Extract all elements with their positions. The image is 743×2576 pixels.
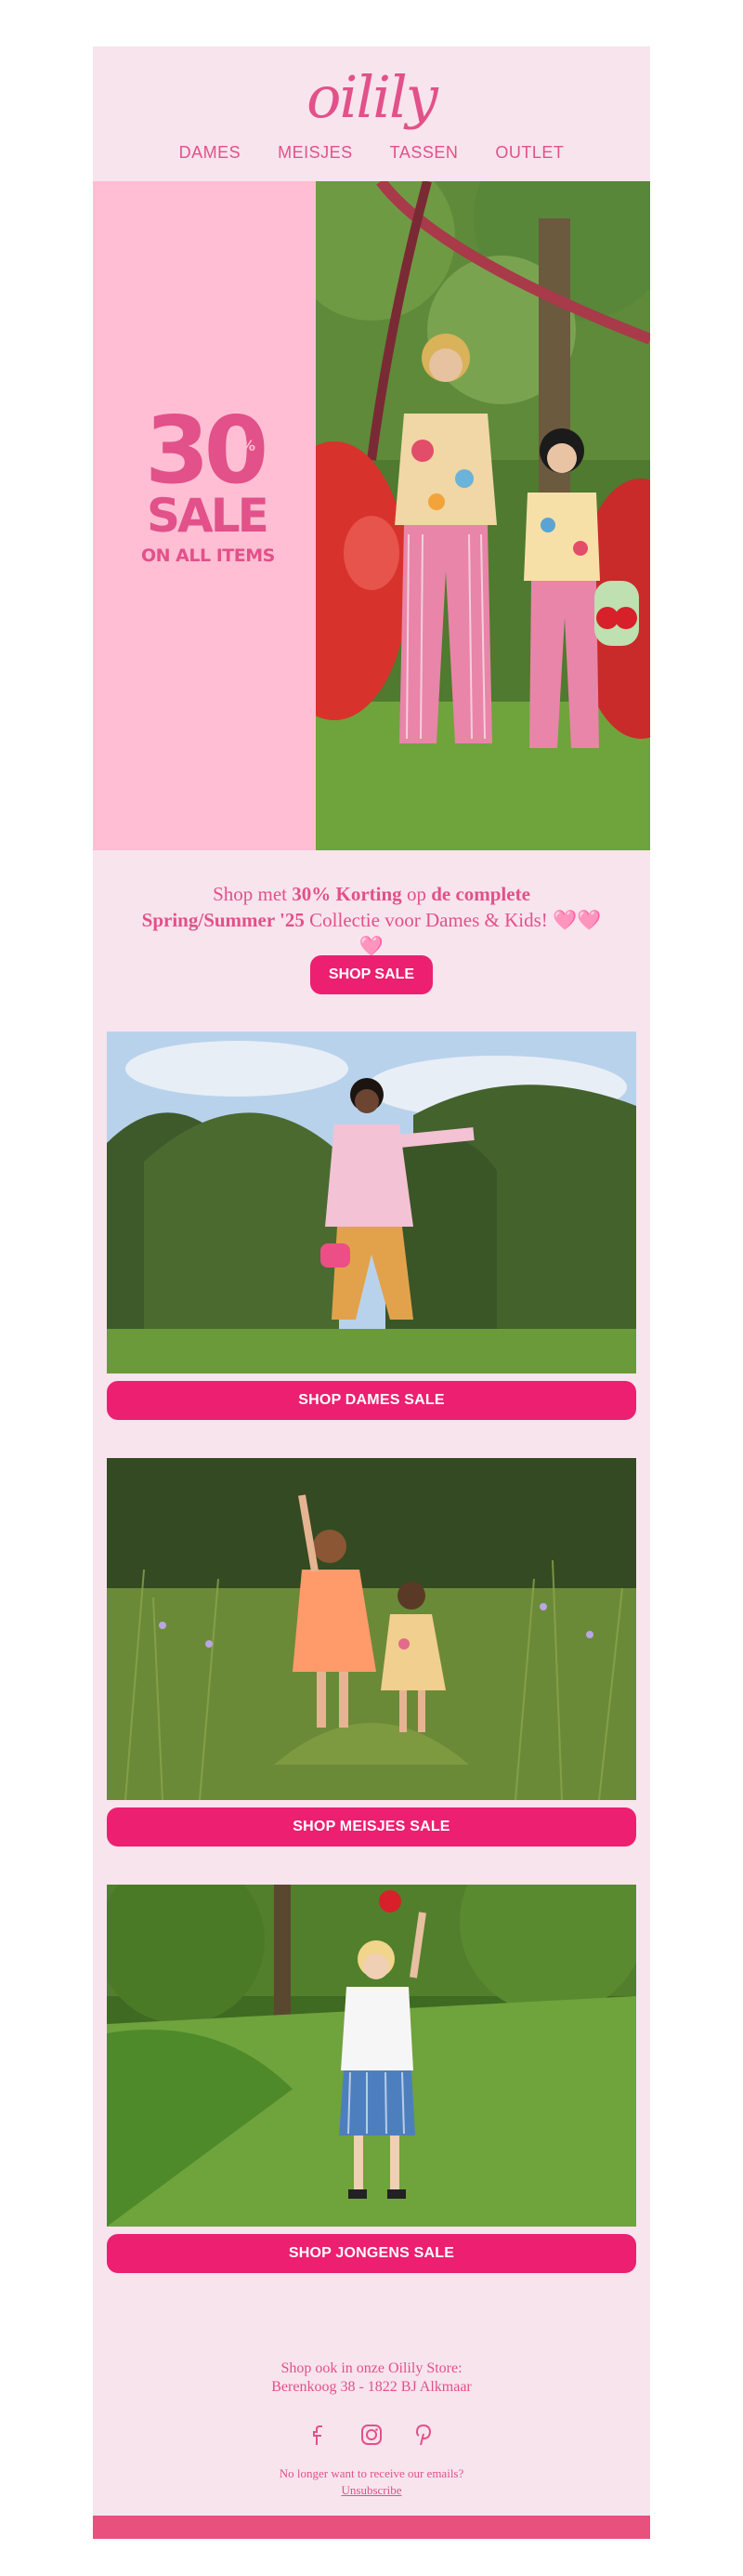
unsubscribe-link[interactable]: Unsubscribe: [93, 2483, 650, 2498]
store-address: Berenkoog 38 - 1822 BJ Alkmaar: [271, 2379, 472, 2395]
pinterest-icon[interactable]: [411, 2423, 436, 2447]
sale-subline: ON ALL ITEMS: [141, 545, 275, 566]
nav-item-dames[interactable]: DAMES: [179, 143, 241, 163]
shop-jongens-sale-button[interactable]: SHOP JONGENS SALE: [107, 2234, 636, 2273]
sale-panel: 30 % SALE ON ALL ITEMS: [93, 181, 316, 850]
facebook-icon[interactable]: [307, 2423, 332, 2447]
hero-photo: [316, 181, 650, 850]
instagram-icon[interactable]: [359, 2423, 384, 2447]
sale-word: SALE: [147, 489, 269, 543]
nav-item-meisjes[interactable]: MEISJES: [278, 143, 353, 163]
shop-dames-sale-button[interactable]: SHOP DAMES SALE: [107, 1381, 636, 1420]
jongens-photo[interactable]: [107, 1885, 636, 2227]
intro-part: Shop met: [213, 883, 293, 905]
intro-part: Collectie voor Dames & Kids! 🩷🩷🩷: [304, 909, 602, 957]
oilily-logo[interactable]: oilily: [93, 63, 650, 131]
intro-text: Shop met 30% Korting op de complete Spri…: [130, 881, 613, 959]
shop-meisjes-sale-button[interactable]: SHOP MEISJES SALE: [107, 1807, 636, 1847]
footer-bar: [93, 2516, 650, 2539]
shop-sale-button[interactable]: SHOP SALE: [310, 955, 433, 994]
hero-banner[interactable]: 30 % SALE ON ALL ITEMS: [93, 181, 650, 850]
header: oilily DAMES MEISJES TASSEN OUTLET: [93, 46, 650, 181]
intro-part: op: [401, 883, 432, 905]
intro-bold: 30% Korting: [292, 883, 402, 905]
store-line-1: Shop ook in onze Oilily Store:: [280, 2360, 463, 2376]
social-links: [93, 2423, 650, 2447]
email-container: oilily DAMES MEISJES TASSEN OUTLET 30 % …: [93, 46, 650, 2539]
intro-bold: de complete: [431, 883, 530, 905]
nav-item-outlet[interactable]: OUTLET: [495, 143, 564, 163]
main-nav: DAMES MEISJES TASSEN OUTLET: [93, 143, 650, 163]
dames-photo[interactable]: [107, 1032, 636, 1373]
intro-bold: Spring/Summer '25: [141, 909, 305, 931]
nav-item-tassen[interactable]: TASSEN: [390, 143, 459, 163]
meisjes-photo[interactable]: [107, 1458, 636, 1800]
percent-sign: %: [240, 437, 256, 454]
unsubscribe-question: No longer want to receive our emails?: [279, 2466, 464, 2480]
